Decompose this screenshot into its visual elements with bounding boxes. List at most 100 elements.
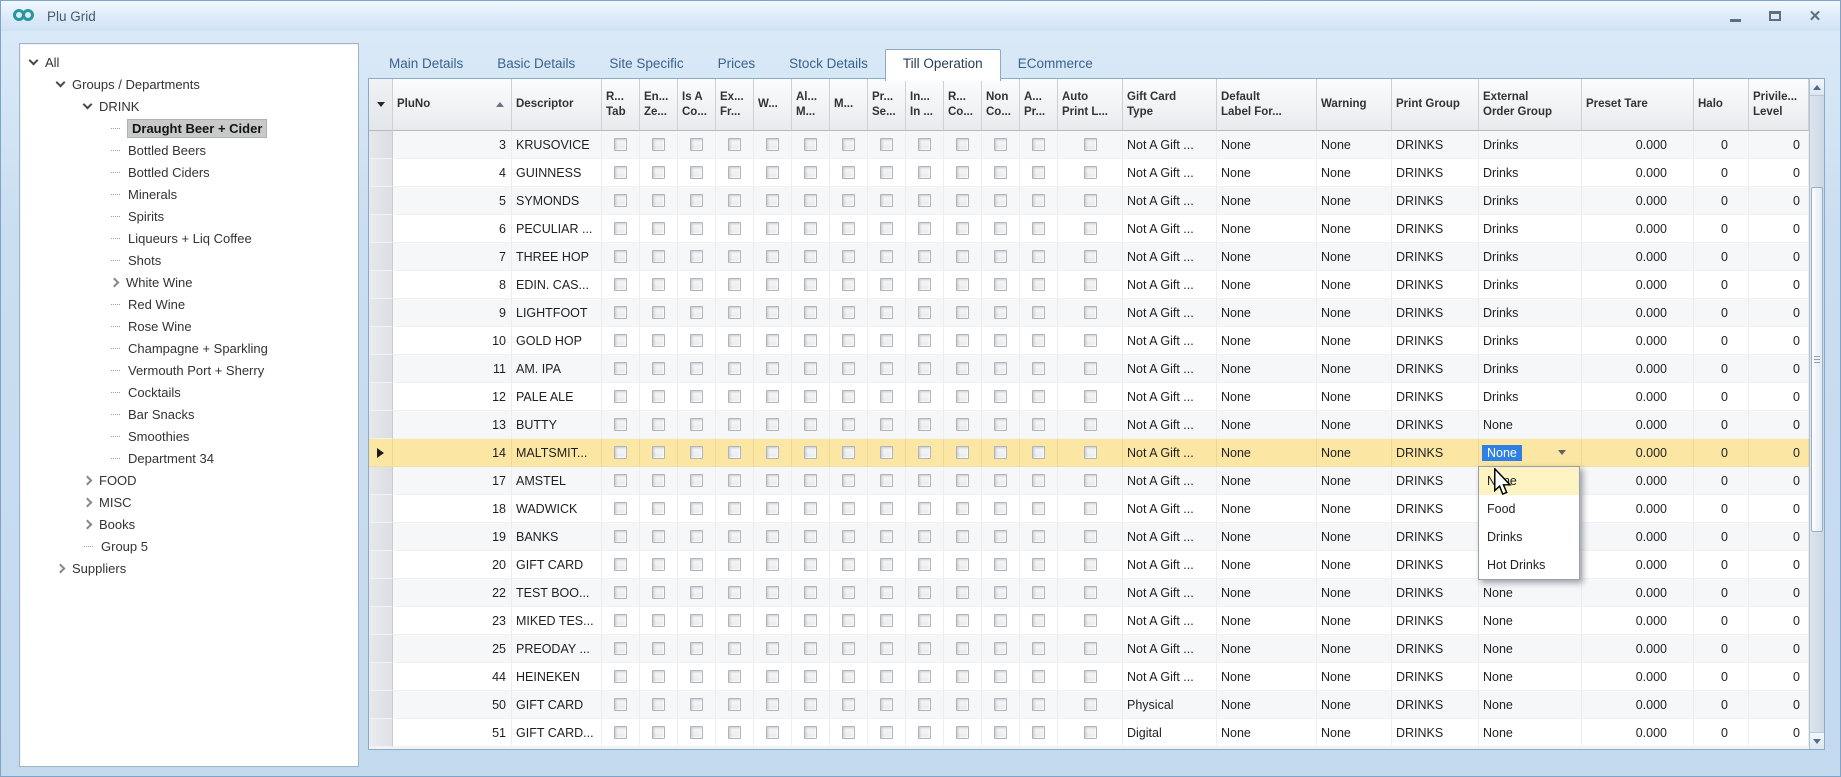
cell-checkbox[interactable]	[906, 691, 944, 719]
cell-warning[interactable]: None	[1317, 551, 1392, 579]
cell-default_label[interactable]: None	[1217, 663, 1317, 691]
cell-checkbox[interactable]	[754, 579, 792, 607]
cell-preset_tare[interactable]: 0.000	[1582, 327, 1694, 355]
checkbox-icon[interactable]	[1032, 670, 1045, 683]
checkbox-icon[interactable]	[1032, 614, 1045, 627]
cell-privilege[interactable]: 0	[1749, 159, 1809, 187]
cell-checkbox[interactable]	[792, 467, 830, 495]
cell-external[interactable]: Drinks	[1479, 187, 1582, 215]
cell-preset_tare[interactable]: 0.000	[1582, 355, 1694, 383]
checkbox-icon[interactable]	[994, 586, 1007, 599]
checkbox-icon[interactable]	[918, 418, 931, 431]
checkbox-icon[interactable]	[956, 166, 969, 179]
cell-privilege[interactable]: 0	[1749, 215, 1809, 243]
checkbox-icon[interactable]	[842, 558, 855, 571]
cell-descriptor[interactable]: PREODAY ...	[512, 635, 602, 663]
cell-checkbox[interactable]	[602, 243, 640, 271]
cell-checkbox[interactable]	[868, 579, 906, 607]
checkbox-icon[interactable]	[994, 614, 1007, 627]
cell-checkbox[interactable]	[830, 607, 868, 635]
cell-checkbox[interactable]	[754, 523, 792, 551]
row-indicator[interactable]	[369, 719, 393, 747]
cell-gift[interactable]: Digital	[1123, 719, 1217, 747]
checkbox-icon[interactable]	[804, 502, 817, 515]
checkbox-icon[interactable]	[880, 530, 893, 543]
cell-preset_tare[interactable]: 0.000	[1582, 551, 1694, 579]
cell-checkbox[interactable]	[792, 495, 830, 523]
cell-descriptor[interactable]: GIFT CARD	[512, 551, 602, 579]
cell-checkbox[interactable]	[944, 299, 982, 327]
cell-plu[interactable]: 51	[393, 719, 512, 747]
cell-checkbox[interactable]	[830, 159, 868, 187]
checkbox-icon[interactable]	[1084, 334, 1097, 347]
cell-preset_tare[interactable]: 0.000	[1582, 439, 1694, 467]
cell-checkbox[interactable]	[678, 719, 716, 747]
cell-checkbox[interactable]	[868, 355, 906, 383]
cell-external[interactable]: Drinks	[1479, 131, 1582, 159]
cell-checkbox[interactable]	[640, 495, 678, 523]
cell-checkbox[interactable]	[716, 215, 754, 243]
tree-item-groups-departments[interactable]: Groups / Departments	[20, 73, 358, 95]
cell-descriptor[interactable]: GIFT CARD...	[512, 719, 602, 747]
cell-checkbox[interactable]	[678, 159, 716, 187]
cell-checkbox[interactable]	[640, 691, 678, 719]
scrollbar-thumb[interactable]	[1811, 187, 1823, 532]
cell-checkbox[interactable]	[716, 579, 754, 607]
cell-checkbox[interactable]	[906, 551, 944, 579]
checkbox-icon[interactable]	[614, 614, 627, 627]
dropdown-option-hot-drinks[interactable]: Hot Drinks	[1479, 551, 1579, 579]
cell-default_label[interactable]: None	[1217, 243, 1317, 271]
cell-descriptor[interactable]: HEINEKEN	[512, 663, 602, 691]
checkbox-icon[interactable]	[842, 670, 855, 683]
tree-item-smoothies[interactable]: Smoothies	[20, 425, 358, 447]
checkbox-icon[interactable]	[690, 670, 703, 683]
cell-checkbox[interactable]	[792, 663, 830, 691]
cell-checkbox[interactable]	[944, 719, 982, 747]
checkbox-icon[interactable]	[728, 334, 741, 347]
cell-checkbox[interactable]	[830, 187, 868, 215]
cell-preset_tare[interactable]: 0.000	[1582, 691, 1694, 719]
checkbox-icon[interactable]	[956, 558, 969, 571]
cell-print_group[interactable]: DRINKS	[1392, 635, 1479, 663]
tab-ecommerce[interactable]: ECommerce	[1001, 50, 1110, 79]
cell-warning[interactable]: None	[1317, 187, 1392, 215]
cell-checkbox[interactable]	[868, 383, 906, 411]
checkbox-icon[interactable]	[1084, 474, 1097, 487]
checkbox-icon[interactable]	[766, 614, 779, 627]
cell-checkbox[interactable]	[906, 159, 944, 187]
checkbox-icon[interactable]	[804, 250, 817, 263]
checkbox-icon[interactable]	[956, 306, 969, 319]
cell-warning[interactable]: None	[1317, 691, 1392, 719]
cell-checkbox[interactable]	[906, 495, 944, 523]
checkbox-icon[interactable]	[1032, 586, 1045, 599]
cell-checkbox[interactable]	[792, 187, 830, 215]
row-indicator[interactable]	[369, 467, 393, 495]
cell-checkbox[interactable]	[944, 607, 982, 635]
checkbox-icon[interactable]	[956, 390, 969, 403]
cell-checkbox[interactable]	[640, 271, 678, 299]
cell-default_label[interactable]: None	[1217, 187, 1317, 215]
cell-external[interactable]: None	[1479, 411, 1582, 439]
cell-checkbox[interactable]	[716, 271, 754, 299]
tab-stock-details[interactable]: Stock Details	[772, 50, 885, 79]
cell-checkbox[interactable]	[830, 495, 868, 523]
cell-plu[interactable]: 8	[393, 271, 512, 299]
checkbox-icon[interactable]	[766, 642, 779, 655]
tab-main-details[interactable]: Main Details	[372, 50, 480, 79]
cell-checkbox[interactable]	[602, 495, 640, 523]
cell-checkbox[interactable]	[792, 719, 830, 747]
checkbox-icon[interactable]	[1032, 306, 1045, 319]
cell-checkbox[interactable]	[716, 635, 754, 663]
cell-checkbox[interactable]	[868, 327, 906, 355]
checkbox-icon[interactable]	[842, 698, 855, 711]
checkbox-icon[interactable]	[880, 446, 893, 459]
checkbox-icon[interactable]	[804, 586, 817, 599]
checkbox-icon[interactable]	[994, 334, 1007, 347]
column-header-check-7[interactable]: Pr... Se...	[868, 79, 906, 131]
cell-external[interactable]: None	[1479, 635, 1582, 663]
cell-checkbox[interactable]	[1058, 663, 1123, 691]
row-indicator[interactable]	[369, 299, 393, 327]
tree-item-suppliers[interactable]: Suppliers	[20, 557, 358, 579]
checkbox-icon[interactable]	[842, 642, 855, 655]
checkbox-icon[interactable]	[918, 194, 931, 207]
